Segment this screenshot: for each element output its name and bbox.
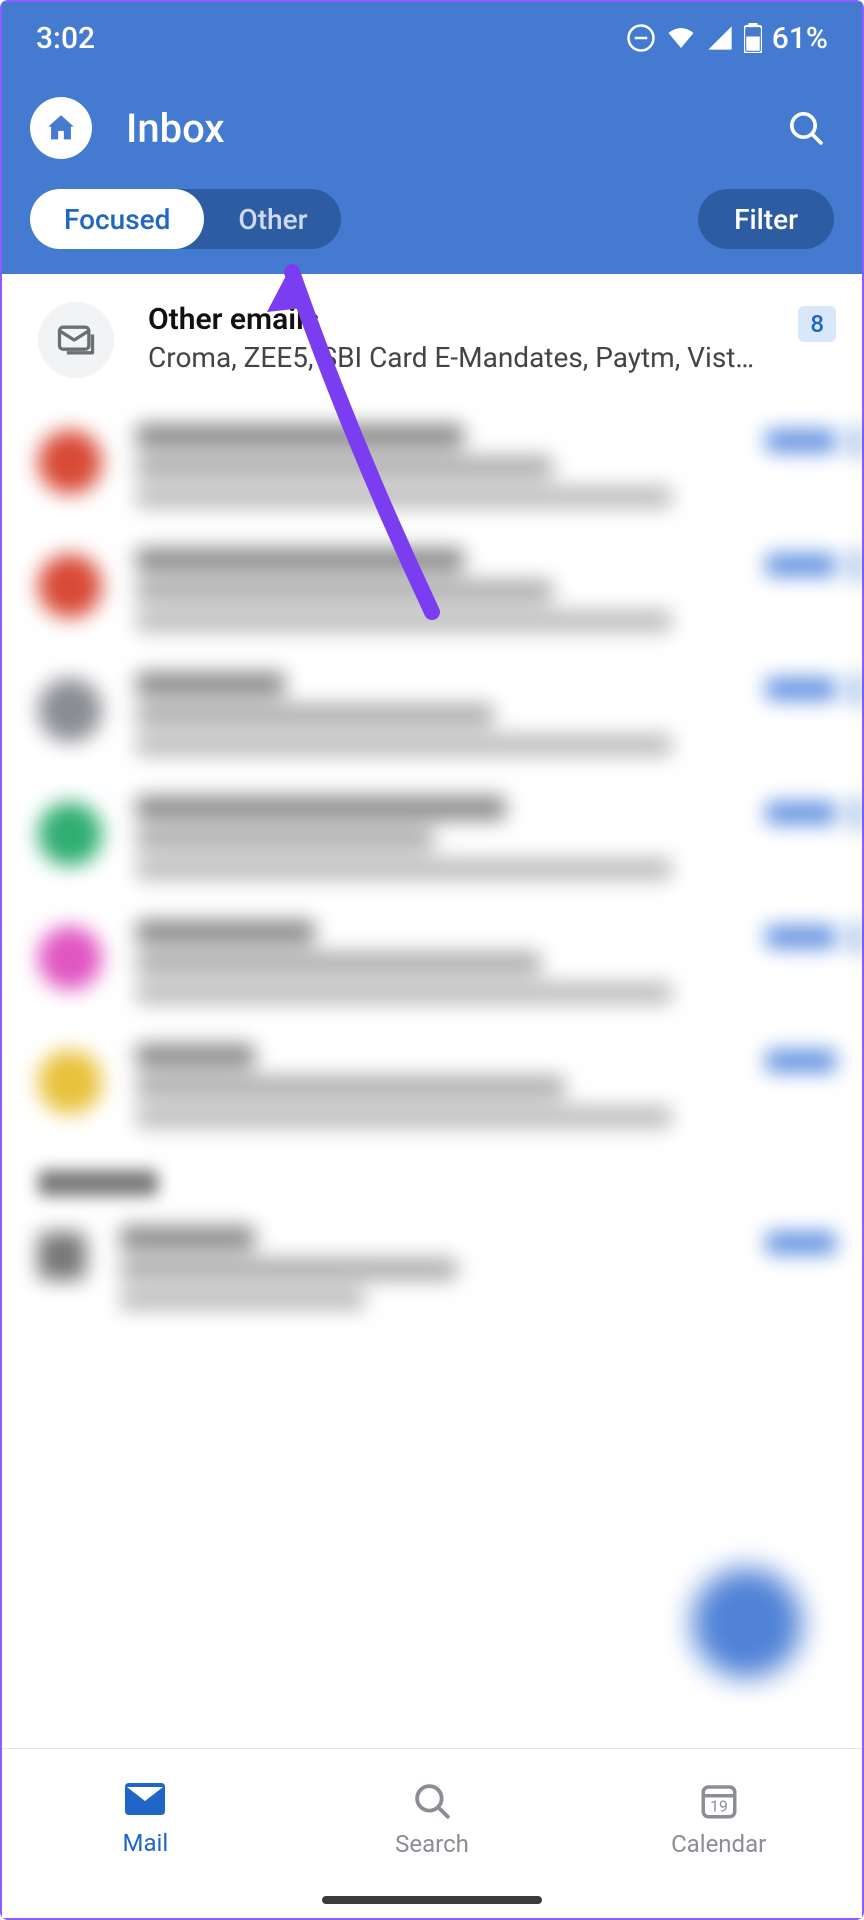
home-button[interactable] (30, 97, 92, 159)
other-emails-count-badge: 8 (798, 306, 836, 342)
nav-calendar[interactable]: 19 Calendar (575, 1749, 862, 1918)
other-emails-summary[interactable]: Other emails Croma, ZEE5, SBI Card E-Man… (2, 274, 862, 404)
status-bar: 3:02 61% (2, 2, 862, 74)
other-emails-senders: Croma, ZEE5, SBI Card E-Mandates, Paytm,… (148, 341, 764, 374)
home-icon (44, 111, 78, 145)
gesture-bar (322, 1896, 542, 1904)
header-search-button[interactable] (778, 100, 834, 156)
nav-mail-label: Mail (122, 1829, 168, 1857)
avatar (38, 430, 102, 494)
battery-icon (744, 23, 762, 53)
list-item[interactable] (2, 652, 862, 776)
nav-search-label: Search (395, 1830, 469, 1858)
list-item[interactable] (2, 1206, 862, 1330)
envelope-stack-icon (54, 318, 98, 362)
avatar (38, 926, 102, 990)
page-title: Inbox (126, 105, 744, 152)
list-item[interactable] (2, 1024, 862, 1148)
other-emails-title: Other emails (148, 302, 764, 337)
app-header: Inbox (2, 74, 862, 182)
status-icons: 61% (626, 21, 828, 56)
list-item[interactable] (2, 528, 862, 652)
bottom-nav: Mail Search 19 Calendar (2, 1748, 862, 1918)
nav-calendar-label: Calendar (671, 1830, 766, 1858)
avatar (38, 678, 102, 742)
list-item[interactable] (2, 900, 862, 1024)
svg-text:19: 19 (710, 1796, 728, 1815)
section-header (2, 1148, 862, 1206)
list-item[interactable] (2, 776, 862, 900)
tab-focused[interactable]: Focused (30, 189, 204, 249)
list-item[interactable] (2, 404, 862, 528)
avatar (38, 1232, 86, 1280)
nav-search[interactable]: Search (289, 1749, 576, 1918)
tab-other[interactable]: Other (204, 189, 341, 249)
dnd-icon (626, 23, 656, 53)
other-emails-text: Other emails Croma, ZEE5, SBI Card E-Man… (148, 302, 764, 374)
compose-fab[interactable] (692, 1568, 802, 1678)
search-icon (411, 1780, 453, 1822)
inbox-tabs-row: Focused Other Filter (2, 182, 862, 274)
status-time: 3:02 (36, 21, 95, 56)
signal-icon (706, 24, 734, 52)
battery-percent: 61% (772, 21, 828, 56)
avatar (38, 802, 102, 866)
avatar (38, 554, 102, 618)
email-list (2, 404, 862, 1330)
mail-icon (121, 1781, 169, 1821)
wifi-icon (666, 23, 696, 53)
other-emails-avatar (38, 302, 114, 378)
calendar-icon: 19 (698, 1780, 740, 1822)
focused-other-segment: Focused Other (30, 189, 341, 249)
search-icon (786, 108, 826, 148)
avatar (38, 1050, 102, 1114)
filter-button[interactable]: Filter (698, 189, 834, 249)
nav-mail[interactable]: Mail (2, 1749, 289, 1918)
